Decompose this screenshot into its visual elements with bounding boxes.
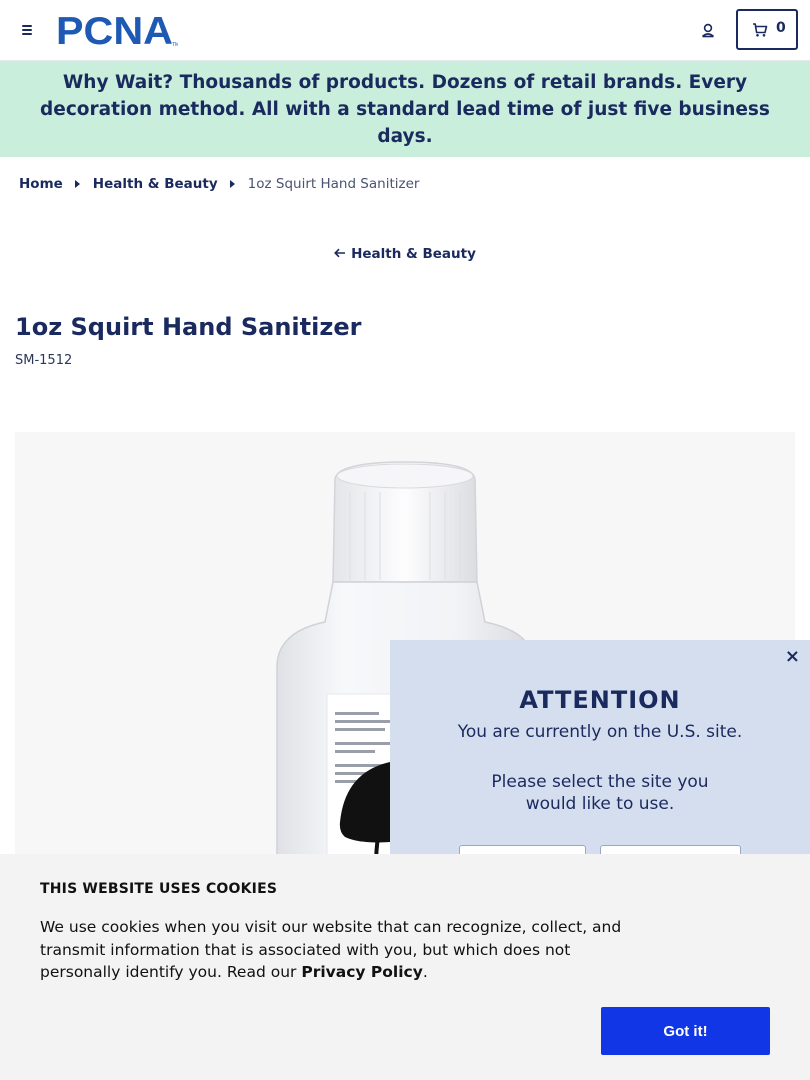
cart-icon: [753, 23, 768, 37]
promo-banner: Why Wait? Thousands of products. Dozens …: [0, 61, 810, 157]
product-title: 1oz Squirt Hand Sanitizer: [15, 313, 362, 341]
account-icon[interactable]: [696, 19, 720, 43]
page: PCNA TM 0 Why Wait? Thousands of product…: [0, 0, 810, 1080]
cart-count: 0: [776, 20, 786, 36]
cookie-body-end: .: [422, 963, 428, 981]
breadcrumb-caret-icon: [229, 180, 235, 188]
arrow-left-icon: [334, 246, 346, 262]
back-to-category-link[interactable]: Health & Beauty: [0, 246, 810, 262]
site-header: PCNA TM 0: [0, 0, 810, 61]
privacy-policy-link[interactable]: Privacy Policy: [301, 963, 423, 981]
svg-text:TM: TM: [172, 42, 178, 47]
product-sku: SM-1512: [15, 353, 73, 368]
close-icon[interactable]: ×: [785, 648, 800, 666]
cart-button[interactable]: 0: [736, 9, 798, 50]
site-selector-popup: ×: [390, 640, 810, 880]
breadcrumb: Home Health & Beauty 1oz Squirt Hand San…: [19, 175, 419, 193]
back-link-label: Health & Beauty: [351, 246, 476, 262]
popup-title: ATTENTION: [519, 686, 681, 714]
breadcrumb-health-beauty[interactable]: Health & Beauty: [93, 176, 218, 192]
svg-text:PCNA: PCNA: [56, 13, 173, 47]
popup-current-site-text: You are currently on the U.S. site.: [457, 722, 743, 742]
breadcrumb-home[interactable]: Home: [19, 176, 63, 192]
breadcrumb-current: 1oz Squirt Hand Sanitizer: [247, 176, 420, 192]
hamburger-menu-icon[interactable]: [18, 20, 38, 40]
cookie-title: THIS WEBSITE USES COOKIES: [40, 881, 278, 897]
promo-lead: Why Wait?: [62, 71, 174, 93]
cookie-message: We use cookies when you visit our websit…: [40, 916, 630, 984]
popup-select-site-text: Please select the site you would like to…: [491, 772, 709, 814]
promo-text: Why Wait? Thousands of products. Dozens …: [10, 69, 800, 150]
accept-cookies-button[interactable]: Got it!: [601, 1007, 770, 1055]
breadcrumb-caret-icon: [74, 180, 80, 188]
pcna-logo[interactable]: PCNA TM: [56, 13, 178, 47]
